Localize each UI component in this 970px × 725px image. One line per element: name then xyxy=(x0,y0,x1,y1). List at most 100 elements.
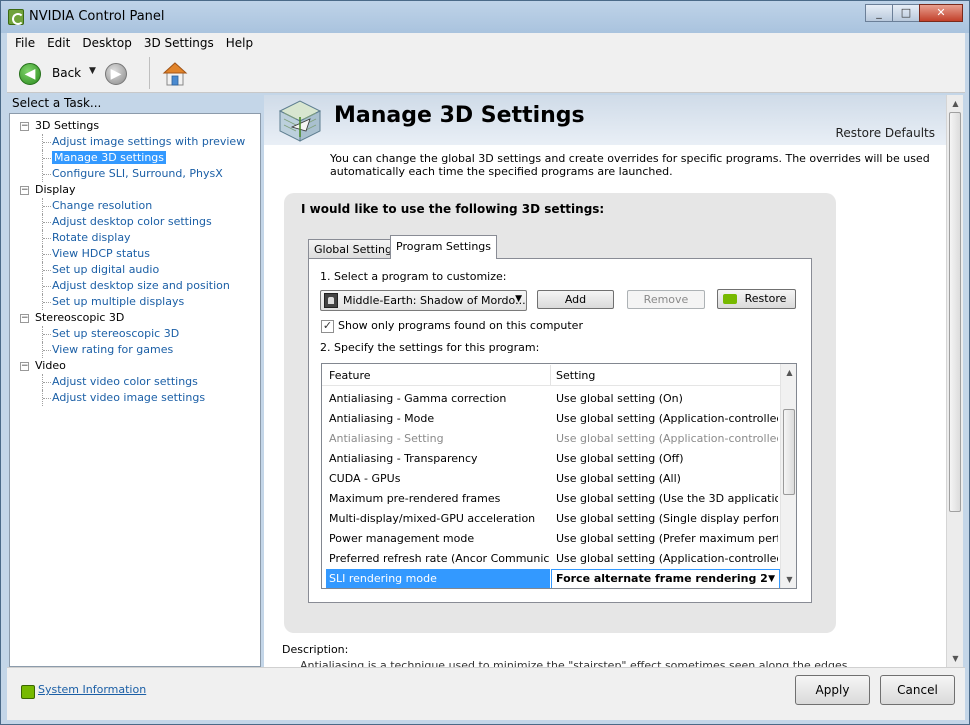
restore-button[interactable]: Restore xyxy=(717,289,796,309)
scroll-down-icon[interactable]: ▼ xyxy=(947,650,964,667)
table-row[interactable]: Maximum pre-rendered frames Use global se… xyxy=(322,489,780,509)
forward-arrow-icon[interactable]: ▶ xyxy=(105,63,127,85)
feature-cell: Maximum pre-rendered frames xyxy=(329,492,501,505)
table-row[interactable]: Multi-display/mixed-GPU acceleration Use … xyxy=(322,509,780,529)
table-row[interactable]: Antialiasing - Mode Use global setting (A… xyxy=(322,409,780,429)
chevron-down-icon[interactable]: ▼ xyxy=(768,570,775,588)
table-row-selected[interactable]: SLI rendering mode Force alternate frame… xyxy=(322,569,780,588)
tree-item-multiple-displays[interactable]: Set up multiple displays xyxy=(10,294,260,310)
menu-desktop[interactable]: Desktop xyxy=(76,36,138,50)
setting-cell[interactable]: Use global setting (Prefer maximum perfo… xyxy=(556,529,778,549)
feature-cell: Antialiasing - Transparency xyxy=(329,452,478,465)
show-only-found-checkbox[interactable]: ✓ xyxy=(321,320,334,333)
collapse-icon[interactable]: − xyxy=(20,122,29,131)
scroll-down-icon[interactable]: ▼ xyxy=(781,571,796,588)
table-row[interactable]: Power management mode Use global setting … xyxy=(322,529,780,549)
tree-item-label: View rating for games xyxy=(52,343,174,356)
tree-item-set-up-stereoscopic[interactable]: Set up stereoscopic 3D xyxy=(10,326,260,342)
toolbar-separator xyxy=(149,57,150,89)
tree-item-label: Rotate display xyxy=(52,231,131,244)
back-history-dropdown-icon[interactable]: ▼ xyxy=(89,66,96,76)
setting-cell[interactable]: Use global setting (Application-controll… xyxy=(556,409,778,429)
setting-dropdown[interactable]: Force alternate frame rendering 2 ▼ xyxy=(551,569,780,588)
back-button-label[interactable]: Back xyxy=(52,66,81,80)
tree-item-label: Adjust video image settings xyxy=(52,391,206,404)
description-label: Description: xyxy=(282,643,349,656)
tree-category-3d-settings[interactable]: − 3D Settings xyxy=(10,118,260,134)
table-row[interactable]: Antialiasing - Gamma correction Use globa… xyxy=(322,389,780,409)
home-icon[interactable] xyxy=(162,61,188,87)
system-information-link[interactable]: System Information xyxy=(38,683,146,696)
close-button[interactable]: ✕ xyxy=(919,4,963,22)
menu-edit[interactable]: Edit xyxy=(41,36,76,50)
tree-category-display[interactable]: − Display xyxy=(10,182,260,198)
column-header-setting[interactable]: Setting xyxy=(556,369,595,382)
back-arrow-icon[interactable]: ◀ xyxy=(19,63,41,85)
tree-item-video-color[interactable]: Adjust video color settings xyxy=(10,374,260,390)
feature-cell: Preferred refresh rate (Ancor Communicat… xyxy=(329,552,549,565)
program-select-dropdown[interactable]: Middle-Earth: Shadow of Mordo... ▼ xyxy=(320,290,527,311)
table-row[interactable]: Antialiasing - Setting Use global setting… xyxy=(322,429,780,449)
tree-item-configure-sli[interactable]: Configure SLI, Surround, PhysX xyxy=(10,166,260,182)
settings-group: I would like to use the following 3D set… xyxy=(284,193,836,633)
grid-scrollbar[interactable]: ▲ ▼ xyxy=(780,364,796,588)
checkbox-label: Show only programs found on this compute… xyxy=(338,319,583,332)
table-row[interactable]: Antialiasing - Transparency Use global se… xyxy=(322,449,780,469)
apply-button[interactable]: Apply xyxy=(795,675,870,705)
program-selected-value: Middle-Earth: Shadow of Mordo... xyxy=(343,294,526,307)
minimize-button[interactable]: _ xyxy=(865,4,893,22)
setting-cell[interactable]: Use global setting (Off) xyxy=(556,449,778,469)
tab-program-settings[interactable]: Program Settings xyxy=(390,235,498,259)
setting-cell[interactable]: Use global setting (Application-controll… xyxy=(556,549,778,569)
feature-cell: Power management mode xyxy=(329,532,475,545)
scroll-up-icon[interactable]: ▲ xyxy=(781,364,796,381)
page-scrollbar[interactable]: ▲ ▼ xyxy=(946,95,963,667)
scrollbar-thumb[interactable] xyxy=(783,409,795,495)
tree-item-change-resolution[interactable]: Change resolution xyxy=(10,198,260,214)
scrollbar-thumb[interactable] xyxy=(949,112,961,512)
tree-item-desktop-size-position[interactable]: Adjust desktop size and position xyxy=(10,278,260,294)
tree-category-label: Stereoscopic 3D xyxy=(35,311,125,324)
description-text: Antialiasing is a technique used to mini… xyxy=(300,659,848,667)
menu-help[interactable]: Help xyxy=(220,36,259,50)
setting-cell[interactable]: Use global setting (Single display perfo… xyxy=(556,509,778,529)
main-content-panel: Manage 3D Settings Restore Defaults You … xyxy=(264,95,946,667)
window-title: NVIDIA Control Panel xyxy=(29,9,165,24)
column-header-feature[interactable]: Feature xyxy=(329,369,371,382)
setting-cell[interactable]: Use global setting (On) xyxy=(556,389,778,409)
setting-cell[interactable]: Use global setting (All) xyxy=(556,469,778,489)
setting-cell[interactable]: Use global setting (Use the 3D applicati… xyxy=(556,489,778,509)
tree-item-manage-3d-settings[interactable]: Manage 3D settings xyxy=(10,150,260,166)
tree-item-adjust-desktop-color[interactable]: Adjust desktop color settings xyxy=(10,214,260,230)
setting-cell[interactable]: Use global setting (Application-controll… xyxy=(556,429,778,449)
tree-item-digital-audio[interactable]: Set up digital audio xyxy=(10,262,260,278)
add-button[interactable]: Add xyxy=(537,290,614,309)
remove-button[interactable]: Remove xyxy=(627,290,705,309)
nvidia-app-icon xyxy=(8,9,24,25)
tree-item-view-hdcp-status[interactable]: View HDCP status xyxy=(10,246,260,262)
grid-header: Feature Setting xyxy=(322,364,780,386)
menu-3d-settings[interactable]: 3D Settings xyxy=(138,36,220,50)
tree-item-video-image[interactable]: Adjust video image settings xyxy=(10,390,260,406)
tree-category-stereoscopic-3d[interactable]: − Stereoscopic 3D xyxy=(10,310,260,326)
collapse-icon[interactable]: − xyxy=(20,362,29,371)
restore-defaults-link[interactable]: Restore Defaults xyxy=(836,126,935,140)
tree-item-adjust-image-settings[interactable]: Adjust image settings with preview xyxy=(10,134,260,150)
table-row[interactable]: Preferred refresh rate (Ancor Communicat… xyxy=(322,549,780,569)
scroll-up-icon[interactable]: ▲ xyxy=(947,95,964,112)
maximize-button[interactable]: □ xyxy=(892,4,920,22)
tree-item-rotate-display[interactable]: Rotate display xyxy=(10,230,260,246)
settings-grid: Feature Setting Antialiasing - Gamma cor… xyxy=(321,363,797,589)
program-settings-tab-body: 1. Select a program to customize: Middle… xyxy=(308,258,812,603)
table-row[interactable]: CUDA - GPUs Use global setting (All) xyxy=(322,469,780,489)
window-controls: _ □ ✕ xyxy=(865,4,963,22)
nvidia-control-panel-window: NVIDIA Control Panel _ □ ✕ File Edit Des… xyxy=(0,0,970,725)
tree-item-view-rating[interactable]: View rating for games xyxy=(10,342,260,358)
feature-cell: CUDA - GPUs xyxy=(329,472,401,485)
tree-item-label: Adjust image settings with preview xyxy=(52,135,246,148)
collapse-icon[interactable]: − xyxy=(20,314,29,323)
collapse-icon[interactable]: − xyxy=(20,186,29,195)
cancel-button[interactable]: Cancel xyxy=(880,675,955,705)
tree-category-video[interactable]: − Video xyxy=(10,358,260,374)
menu-file[interactable]: File xyxy=(9,36,41,50)
